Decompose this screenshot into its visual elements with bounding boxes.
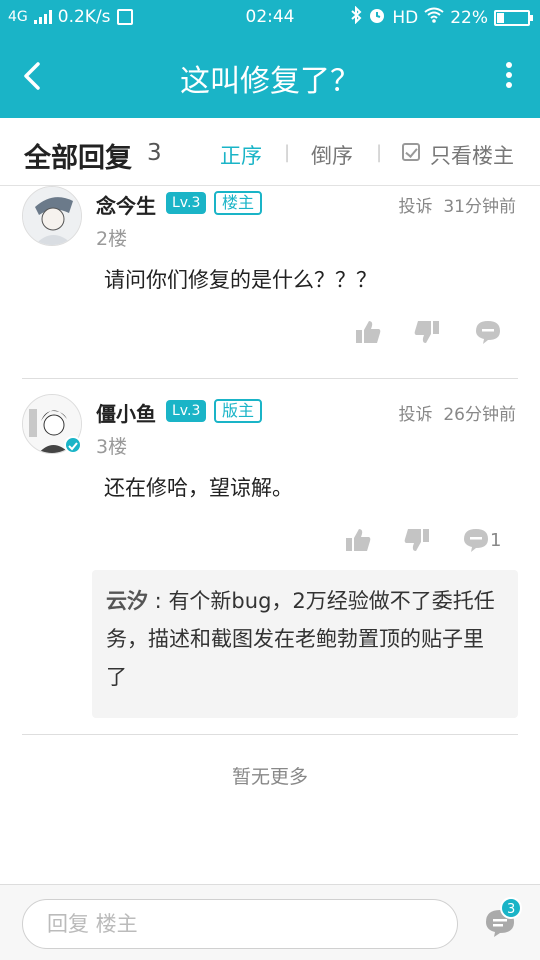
role-badge: 版主 — [214, 399, 263, 423]
role-badge: 楼主 — [214, 191, 263, 215]
reply-input[interactable]: 回复 楼主 — [22, 899, 458, 949]
alarm-icon — [368, 6, 386, 29]
only-owner-checkbox[interactable] — [402, 143, 420, 161]
comment-count: 1 — [490, 530, 502, 551]
app-bar: 这叫修复了？ — [0, 34, 540, 118]
post-time: 26分钟前 — [443, 405, 516, 425]
comment-icon — [464, 529, 488, 552]
comment-icon — [476, 321, 500, 344]
level-badge: Lv.3 — [166, 192, 207, 214]
like-button[interactable] — [344, 526, 372, 554]
all-replies-label: 全部回复 — [24, 143, 132, 174]
post-meta: 投诉 26分钟前 — [399, 400, 516, 425]
no-more-label: 暂无更多 — [231, 766, 308, 788]
battery-icon — [494, 9, 533, 26]
sub-reply[interactable]: 云汐 : 有个新bug，2万经验做不了委托任务，描述和截图发在老鲍勃置顶的贴子里… — [92, 570, 518, 718]
dislike-button[interactable] — [413, 318, 441, 346]
divider: | — [376, 142, 383, 163]
sub-reply-author[interactable]: 云汐 — [106, 589, 148, 613]
sort-descending-tab[interactable]: 倒序 — [311, 140, 353, 170]
like-button[interactable] — [354, 318, 382, 346]
report-link[interactable]: 投诉 — [399, 197, 433, 217]
thumbs-up-icon — [346, 529, 371, 551]
report-link[interactable]: 投诉 — [399, 405, 433, 425]
status-bar: 4G 0.2K/s 02:44 HD 22% — [0, 0, 540, 34]
level-badge: Lv.3 — [166, 400, 207, 422]
reply-post: 念今生 Lv.3 楼主 投诉 31分钟前 2楼 请问你们修复的是什么？？？ — [0, 186, 540, 378]
comment-button[interactable] — [462, 526, 490, 554]
post-content: 还在修哈，望谅解。 — [104, 476, 293, 500]
page-title: 这叫修复了？ — [180, 64, 360, 99]
sub-reply-separator: : — [148, 589, 169, 613]
sort-ascending-tab[interactable]: 正序 — [220, 140, 262, 170]
floor-number: 2楼 — [96, 228, 128, 250]
floor-number: 3楼 — [96, 436, 128, 458]
more-options-button[interactable] — [504, 62, 514, 90]
thumbs-down-icon — [414, 321, 439, 343]
thumbs-up-icon — [356, 321, 381, 343]
reply-count: 3 — [147, 140, 162, 166]
only-owner-label[interactable]: 只看楼主 — [430, 140, 514, 170]
battery-percent: 22% — [450, 7, 488, 28]
post-time: 31分钟前 — [443, 197, 516, 217]
comment-button[interactable] — [474, 318, 502, 346]
avatar[interactable] — [22, 186, 82, 246]
dislike-button[interactable] — [403, 526, 431, 554]
replies-header: 全部回复 3 正序 | 倒序 | 只看楼主 — [0, 118, 540, 186]
bluetooth-icon — [350, 5, 362, 29]
post-meta: 投诉 31分钟前 — [399, 192, 516, 217]
thumbs-down-icon — [404, 529, 429, 551]
verified-icon — [64, 436, 82, 454]
username[interactable]: 僵小鱼 — [96, 398, 156, 427]
divider — [22, 734, 518, 735]
divider: | — [284, 142, 291, 163]
wifi-icon — [424, 7, 444, 28]
post-content: 请问你们修复的是什么？？？ — [104, 268, 377, 292]
bottom-bar: 回复 楼主 3 — [0, 884, 540, 960]
message-badge: 3 — [500, 897, 523, 919]
hd-indicator: HD — [392, 7, 419, 28]
username[interactable]: 念今生 — [96, 190, 156, 219]
divider — [22, 378, 518, 379]
